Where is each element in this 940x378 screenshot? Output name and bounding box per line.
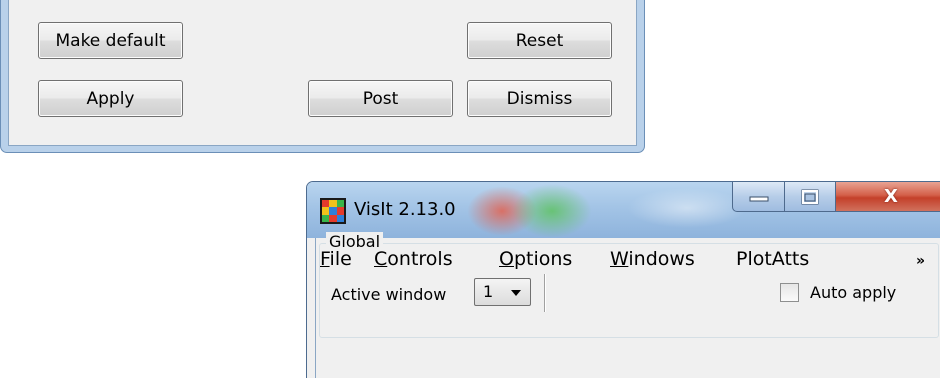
global-group-title: Global	[326, 232, 384, 251]
auto-apply-label[interactable]: Auto apply	[810, 283, 896, 302]
visit-window: VisIt 2.13.0 X File Controls Options Win…	[306, 181, 940, 378]
make-default-button[interactable]: Make default	[38, 22, 183, 59]
maximize-button[interactable]	[784, 182, 836, 212]
visit-app-icon[interactable]	[320, 198, 346, 224]
active-window-combobox[interactable]: 1	[474, 278, 531, 306]
post-button[interactable]: Post	[308, 80, 453, 117]
dismiss-button[interactable]: Dismiss	[467, 80, 612, 117]
title-bar[interactable]: VisIt 2.13.0 X	[307, 182, 940, 238]
toolbar-separator	[544, 274, 546, 312]
close-button[interactable]: X	[835, 182, 940, 212]
window-title: VisIt 2.13.0	[354, 199, 456, 220]
close-icon: X	[884, 186, 898, 207]
dropdown-arrow-icon	[511, 290, 521, 296]
maximize-icon	[801, 189, 819, 204]
minimize-icon	[749, 196, 768, 201]
reset-button[interactable]: Reset	[467, 22, 612, 59]
minimize-button[interactable]	[732, 182, 785, 212]
auto-apply-checkbox[interactable]	[780, 283, 799, 302]
apply-button[interactable]: Apply	[38, 80, 183, 117]
active-window-value: 1	[483, 282, 494, 301]
active-window-label: Active window	[331, 285, 447, 304]
